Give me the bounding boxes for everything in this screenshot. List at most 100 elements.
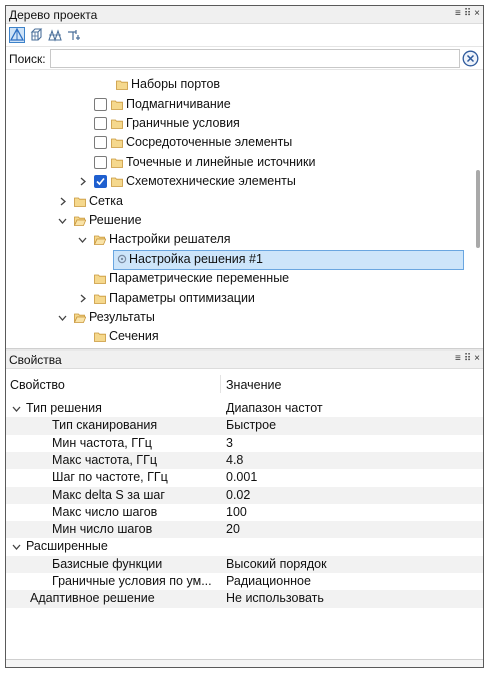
- column-divider[interactable]: [220, 375, 221, 393]
- prop-row[interactable]: Адаптивное решение Не использовать: [6, 590, 483, 608]
- panel-dock-icon[interactable]: ⠿: [464, 352, 471, 366]
- folder-icon: [111, 138, 123, 149]
- panel-dock-icon[interactable]: ⠿: [464, 7, 471, 21]
- tree-item-lumped-elements[interactable]: Сосредоточенные элементы: [6, 133, 475, 152]
- props-panel-header: Свойства ≡ ⠿ ×: [6, 351, 483, 369]
- folder-icon: [94, 274, 106, 284]
- tree-item-label: Сечения: [109, 329, 159, 344]
- prop-row[interactable]: Мин частота, ГГц 3: [6, 435, 483, 452]
- prop-name: Мин частота, ГГц: [52, 435, 152, 450]
- checkbox[interactable]: [94, 155, 107, 169]
- prop-row[interactable]: Шаг по частоте, ГГц 0.001: [6, 469, 483, 486]
- tree-item-solution[interactable]: Решение: [6, 211, 475, 230]
- panel-close-icon[interactable]: ×: [474, 352, 480, 366]
- tree-item-solution-setup-1[interactable]: Настройка решения #1: [6, 249, 475, 270]
- tree-item-sections[interactable]: Сечения: [6, 327, 475, 346]
- scrollbar-thumb[interactable]: [476, 170, 480, 248]
- prop-group-advanced[interactable]: Расширенные: [6, 538, 483, 555]
- checkmark-icon: [96, 178, 105, 186]
- tree-item-label: Подмагничивание: [126, 96, 231, 111]
- tree-item-optimization[interactable]: Параметры оптимизации: [6, 289, 475, 308]
- prop-value[interactable]: 0.02: [226, 488, 250, 502]
- prop-value[interactable]: Радиационное: [226, 574, 311, 588]
- chevron-down-icon[interactable]: [78, 235, 87, 244]
- prop-group-solution-type[interactable]: Тип решения Диапазон частот: [6, 400, 483, 417]
- prop-value[interactable]: 4.8: [226, 453, 243, 467]
- prop-name: Тип решения: [26, 401, 102, 415]
- pyramid-view-icon[interactable]: [9, 27, 25, 43]
- prop-value[interactable]: 100: [226, 505, 247, 519]
- prop-value[interactable]: 20: [226, 522, 240, 536]
- checkbox-checked[interactable]: [94, 175, 107, 189]
- checkbox[interactable]: [94, 97, 107, 111]
- props-panel-controls: ≡ ⠿ ×: [455, 352, 480, 366]
- panel-menu-icon[interactable]: ≡: [455, 7, 461, 21]
- prop-name: Адаптивное решение: [30, 591, 155, 606]
- prop-row[interactable]: Базисные функции Высокий порядок: [6, 555, 483, 573]
- prop-row[interactable]: Макс число шагов 100: [6, 504, 483, 521]
- search-label: Поиск:: [9, 52, 46, 66]
- port-view-icon[interactable]: [66, 27, 82, 43]
- tree-item-port-sets[interactable]: Наборы портов: [6, 75, 475, 94]
- folder-icon: [116, 80, 128, 90]
- prop-value[interactable]: 0.001: [226, 470, 257, 484]
- prop-name: Базисные функции: [52, 556, 163, 571]
- prop-name: Макс delta S за шаг: [52, 487, 165, 502]
- chevron-right-icon[interactable]: [78, 177, 87, 186]
- folder-icon: [74, 197, 86, 207]
- chevron-right-icon[interactable]: [58, 197, 67, 206]
- tree-item-mesh[interactable]: Сетка: [6, 192, 475, 211]
- panel-close-icon[interactable]: ×: [474, 7, 480, 21]
- folder-icon: [111, 100, 123, 110]
- chevron-down-icon[interactable]: [12, 542, 21, 551]
- prop-value[interactable]: Не использовать: [226, 591, 324, 605]
- prop-name: Мин число шагов: [52, 522, 153, 537]
- tree-item-label: Сосредоточенные элементы: [126, 135, 293, 150]
- prop-row[interactable]: Тип сканирования Быстрое: [6, 417, 483, 435]
- cube-view-icon[interactable]: [28, 27, 44, 43]
- tree-item-point-line-sources[interactable]: Точечные и линейные источники: [6, 153, 475, 172]
- tree-item-boundary-conditions[interactable]: Граничные условия: [6, 114, 475, 133]
- folder-icon: [111, 177, 123, 187]
- folder-icon: [111, 119, 123, 129]
- tree-item-label: Схемотехнические элементы: [126, 174, 296, 189]
- prop-name: Расширенные: [26, 539, 108, 554]
- tree-item-label: Настройки решателя: [109, 232, 231, 247]
- panel-menu-icon[interactable]: ≡: [455, 352, 461, 366]
- tree-item-bias[interactable]: Подмагничивание: [6, 95, 475, 114]
- tree-item-solver-settings[interactable]: Настройки решателя: [6, 230, 475, 249]
- folder-open-icon: [74, 216, 86, 226]
- prop-row[interactable]: Граничные условия по ум... Радиационное: [6, 573, 483, 590]
- tree-item-parametric-vars[interactable]: Параметрические переменные: [6, 269, 475, 288]
- tree-panel-header: Дерево проекта ≡ ⠿ ×: [6, 6, 483, 24]
- prop-value[interactable]: Высокий порядок: [226, 557, 327, 571]
- chevron-down-icon[interactable]: [58, 313, 67, 322]
- prop-value[interactable]: Быстрое: [226, 418, 276, 432]
- prop-value[interactable]: 3: [226, 436, 233, 450]
- chevron-down-icon[interactable]: [12, 404, 21, 413]
- app-frame: Дерево проекта ≡ ⠿ × Поиск: Наборы порто…: [5, 5, 484, 668]
- prop-row[interactable]: Мин число шагов 20: [6, 521, 483, 539]
- checkbox[interactable]: [94, 116, 107, 130]
- prop-value[interactable]: Диапазон частот: [226, 401, 323, 415]
- clear-search-icon[interactable]: [462, 50, 479, 67]
- checkbox[interactable]: [94, 136, 107, 150]
- bottom-status-bar: [6, 659, 483, 667]
- col-value-header[interactable]: Значение: [226, 378, 281, 392]
- prop-row[interactable]: Макс delta S за шаг 0.02: [6, 486, 483, 504]
- search-input[interactable]: [50, 49, 460, 68]
- tree-scrollbar[interactable]: [473, 70, 483, 348]
- col-property-header[interactable]: Свойство: [10, 378, 65, 392]
- tree-panel-title: Дерево проекта: [9, 8, 98, 22]
- folder-icon: [94, 294, 106, 304]
- tree-item-circuit-elements[interactable]: Схемотехнические элементы: [6, 172, 475, 191]
- tree-item-label: Наборы портов: [131, 77, 221, 91]
- chevron-right-icon[interactable]: [78, 294, 87, 303]
- prop-name: Шаг по частоте, ГГц: [52, 470, 168, 485]
- prop-row[interactable]: Макс частота, ГГц 4.8: [6, 451, 483, 470]
- tree-item-results[interactable]: Результаты: [6, 308, 475, 327]
- mesh-view-icon[interactable]: [47, 27, 63, 43]
- prop-name: Макс число шагов: [52, 504, 158, 519]
- chevron-down-icon[interactable]: [58, 216, 67, 225]
- folder-open-icon: [94, 235, 106, 246]
